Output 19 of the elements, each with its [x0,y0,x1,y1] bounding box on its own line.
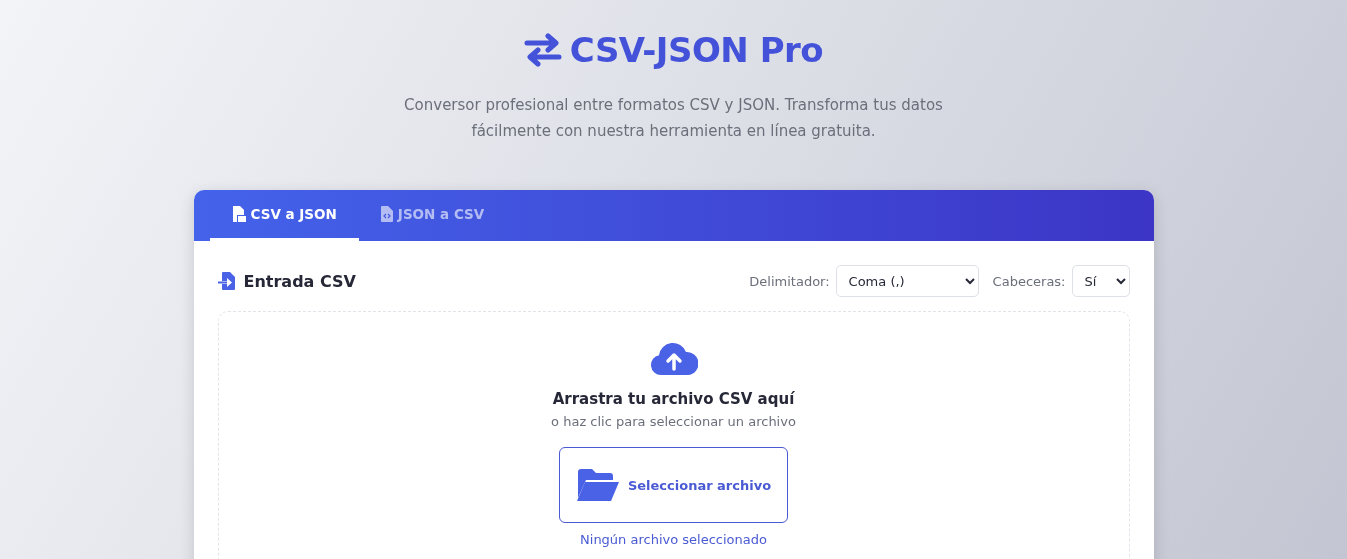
select-file-button[interactable]: Seleccionar archivo [559,447,788,523]
delimiter-select[interactable]: Coma (,) [835,265,979,297]
file-import-icon [217,272,236,290]
csv-file-icon [231,206,246,222]
file-status: Ningún archivo seleccionado [580,532,767,547]
panel-title: Entrada CSV [243,271,356,291]
delimiter-label: Delimitador: [749,273,830,289]
swap-arrows-icon [523,33,562,67]
headers-label: Cabeceras: [992,273,1066,289]
folder-icon [575,468,620,502]
tab[interactable]: JSON a CSV [358,190,507,241]
app-subtitle: Conversor profesional entre formatos CSV y JSON. Transforma tus datos fácilmente con nuestra herramienta en línea gratuita. [403,95,944,142]
app-title: CSV-JSON Pro [569,30,824,70]
cloud-upload-icon [649,342,698,376]
upload-heading: Arrastra tu archivo CSV aquí [552,390,795,408]
upload-hint: o haz clic para seleccionar un archivo [551,414,796,429]
headers-select[interactable]: Sí [1071,265,1130,297]
code-file-icon [380,206,393,222]
tab[interactable]: CSV a JSON [209,190,359,241]
